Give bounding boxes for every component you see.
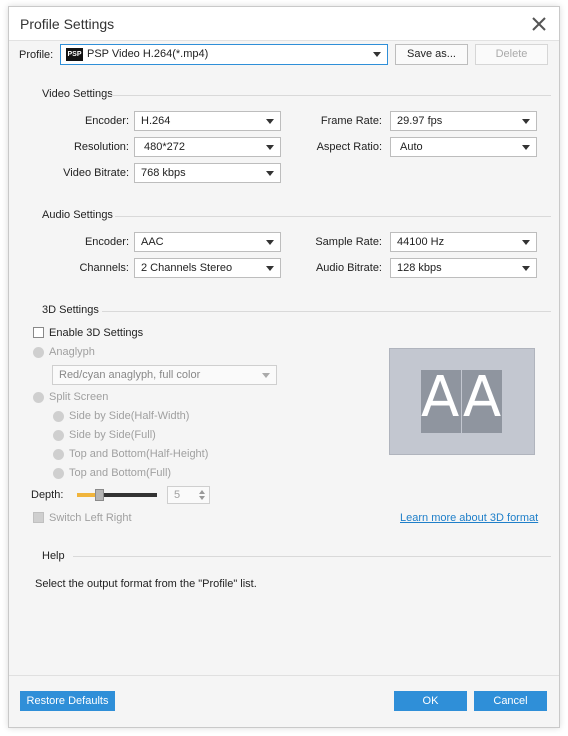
video-bitrate-value: 768 kbps <box>141 167 186 179</box>
video-encoder-value: H.264 <box>141 115 171 127</box>
audio-settings-divider <box>115 216 551 217</box>
audio-encoder-value: AAC <box>141 236 164 248</box>
restore-defaults-button[interactable]: Restore Defaults <box>20 691 115 711</box>
anaglyph-label: Anaglyph <box>49 346 95 358</box>
help-divider <box>73 556 551 557</box>
aspect-ratio-label: Aspect Ratio: <box>316 141 382 153</box>
channels-label: Channels: <box>79 262 129 274</box>
chevron-down-icon <box>266 171 274 176</box>
anaglyph-radio[interactable] <box>33 347 44 358</box>
split-screen-radio[interactable] <box>33 392 44 403</box>
chevron-down-icon <box>266 240 274 245</box>
anaglyph-mode-value: Red/cyan anaglyph, full color <box>59 369 201 381</box>
resolution-value: 480*272 <box>144 141 185 153</box>
top-bottom-half-radio[interactable] <box>53 449 64 460</box>
video-bitrate-label: Video Bitrate: <box>63 167 129 179</box>
video-bitrate-select[interactable]: 768 kbps <box>134 163 281 183</box>
switch-left-right-label: Switch Left Right <box>49 512 132 524</box>
audio-settings-title: Audio Settings <box>42 209 113 221</box>
aspect-ratio-value: Auto <box>400 141 423 153</box>
depth-stepper[interactable]: 5 <box>167 486 210 504</box>
depth-label: Depth: <box>31 489 64 501</box>
audio-bitrate-select[interactable]: 128 kbps <box>390 258 537 278</box>
chevron-up-icon[interactable] <box>199 490 205 494</box>
frame-rate-value: 29.97 fps <box>397 115 443 127</box>
anaglyph-mode-select[interactable]: Red/cyan anaglyph, full color <box>52 365 277 385</box>
chevron-down-icon <box>522 145 530 150</box>
top-bottom-full-label: Top and Bottom(Full) <box>69 467 172 479</box>
delete-button[interactable]: Delete <box>475 44 548 65</box>
side-by-side-half-label: Side by Side(Half-Width) <box>69 410 190 422</box>
audio-encoder-select[interactable]: AAC <box>134 232 281 252</box>
ok-button[interactable]: OK <box>394 691 467 711</box>
cancel-button[interactable]: Cancel <box>474 691 547 711</box>
audio-bitrate-value: 128 kbps <box>397 262 442 274</box>
resolution-label: Resolution: <box>73 141 129 153</box>
depth-value: 5 <box>174 489 181 501</box>
chevron-down-icon <box>266 119 274 124</box>
audio-encoder-label: Encoder: <box>84 236 129 248</box>
close-icon[interactable] <box>529 14 549 34</box>
help-title: Help <box>42 550 65 562</box>
profile-value: PSP Video H.264(*.mp4) <box>87 48 209 60</box>
profile-select[interactable]: PSP PSP Video H.264(*.mp4) <box>60 44 388 65</box>
preview-text: AA <box>421 365 504 430</box>
resolution-select[interactable]: 480*272 <box>134 137 281 157</box>
switch-left-right-checkbox[interactable] <box>33 512 44 523</box>
video-settings-title: Video Settings <box>42 88 113 100</box>
learn-more-3d-link[interactable]: Learn more about 3D format <box>400 512 538 524</box>
enable-3d-label: Enable 3D Settings <box>49 327 144 339</box>
enable-3d-checkbox[interactable] <box>33 327 44 338</box>
depth-slider[interactable] <box>77 489 157 501</box>
chevron-down-icon <box>262 373 270 378</box>
sample-rate-value: 44100 Hz <box>397 236 445 248</box>
sample-rate-label: Sample Rate: <box>315 236 382 248</box>
chevron-down-icon <box>522 266 530 271</box>
chevron-down-icon <box>373 52 381 57</box>
frame-rate-select[interactable]: 29.97 fps <box>390 111 537 131</box>
chevron-down-icon <box>266 145 274 150</box>
channels-value: 2 Channels Stereo <box>141 262 233 274</box>
psp-icon: PSP <box>66 48 83 61</box>
side-by-side-full-radio[interactable] <box>53 430 64 441</box>
frame-rate-label: Frame Rate: <box>320 115 382 127</box>
aspect-ratio-select[interactable]: Auto <box>390 137 537 157</box>
chevron-down-icon <box>266 266 274 271</box>
profile-label: Profile: <box>19 49 54 61</box>
top-bottom-full-radio[interactable] <box>53 468 64 479</box>
3d-settings-title: 3D Settings <box>42 304 99 316</box>
top-bottom-half-label: Top and Bottom(Half-Height) <box>69 448 209 460</box>
footer: Restore Defaults OK Cancel <box>9 675 559 727</box>
video-encoder-select[interactable]: H.264 <box>134 111 281 131</box>
help-text: Select the output format from the "Profi… <box>35 578 257 590</box>
channels-select[interactable]: 2 Channels Stereo <box>134 258 281 278</box>
title-bar: Profile Settings <box>9 7 559 41</box>
audio-bitrate-label: Audio Bitrate: <box>315 262 382 274</box>
3d-preview: AA <box>389 348 535 455</box>
dialog-title: Profile Settings <box>20 16 115 32</box>
sample-rate-select[interactable]: 44100 Hz <box>390 232 537 252</box>
split-screen-label: Split Screen <box>49 391 109 403</box>
3d-settings-divider <box>102 311 551 312</box>
profile-settings-dialog: Profile Settings Profile: PSP PSP Video … <box>8 6 560 728</box>
chevron-down-icon <box>522 240 530 245</box>
chevron-down-icon[interactable] <box>199 496 205 500</box>
chevron-down-icon <box>522 119 530 124</box>
video-settings-divider <box>111 95 551 96</box>
side-by-side-half-radio[interactable] <box>53 411 64 422</box>
video-encoder-label: Encoder: <box>84 115 129 127</box>
side-by-side-full-label: Side by Side(Full) <box>69 429 156 441</box>
save-as-button[interactable]: Save as... <box>395 44 468 65</box>
depth-slider-thumb[interactable] <box>95 489 104 501</box>
